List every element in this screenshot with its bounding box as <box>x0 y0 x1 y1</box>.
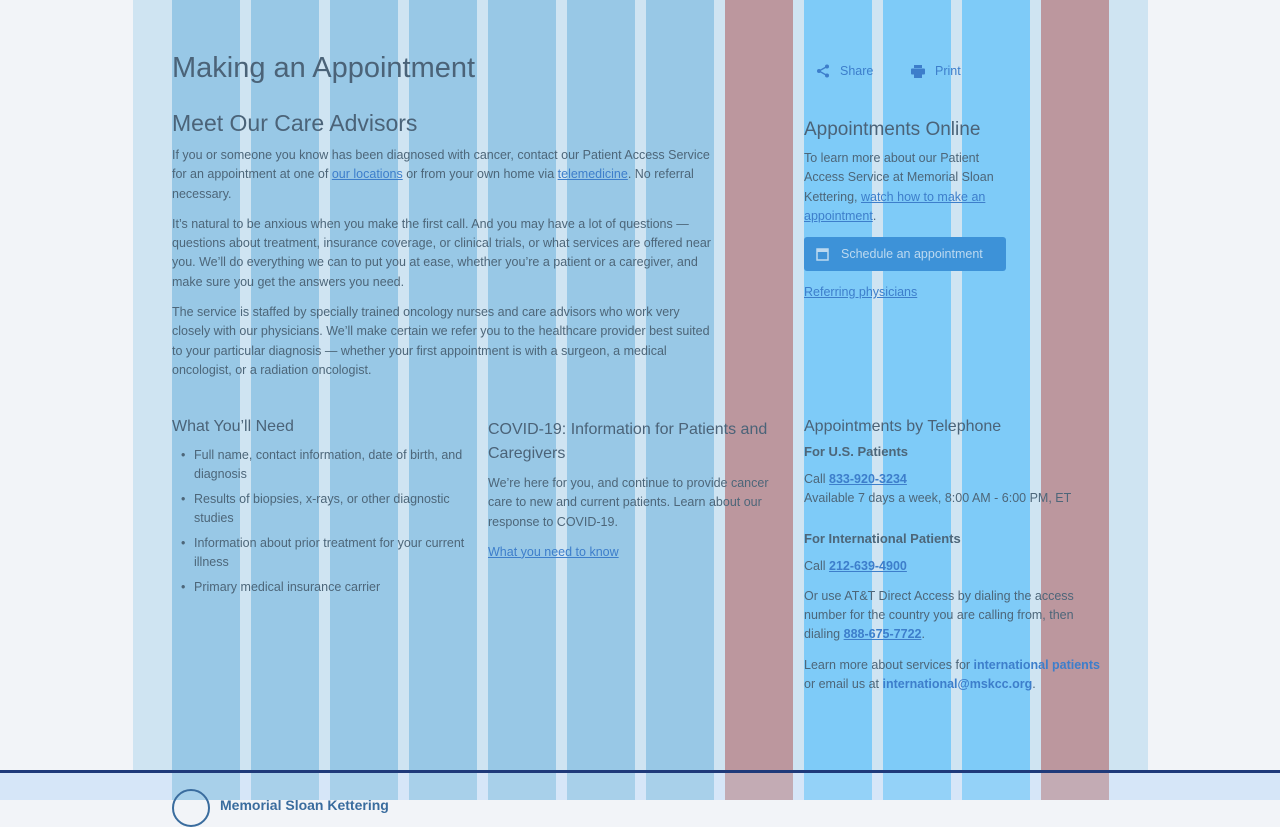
covid-section: COVID-19: Information for Patients and C… <box>488 418 793 573</box>
list-item: Primary medical insurance carrier <box>172 578 472 597</box>
hours-text: Available 7 days a week, 8:00 AM - 6:00 … <box>804 491 1072 506</box>
logo-icon <box>172 789 210 827</box>
appointments-online-section: Appointments Online To learn more about … <box>804 119 1019 313</box>
print-button[interactable]: Print <box>911 64 961 78</box>
text: or from your own home via <box>402 167 558 182</box>
intl-phone-link[interactable]: 212-639-4900 <box>829 559 907 573</box>
att-phone-link[interactable]: 888-675-7722 <box>844 627 922 641</box>
appointments-telephone-section: Appointments by Telephone For U.S. Patie… <box>804 418 1109 705</box>
button-label: Schedule an appointment <box>841 247 983 262</box>
text: or email us at <box>804 677 883 692</box>
international-patients-link[interactable]: international patients <box>974 658 1100 672</box>
us-phone: Call 833-920-3234 Available 7 days a week… <box>804 470 1109 509</box>
text: Call <box>804 558 830 573</box>
schedule-appointment-button[interactable]: Schedule an appointment <box>804 237 1006 272</box>
section-heading: Meet Our Care Advisors <box>172 110 418 136</box>
section-heading: Appointments Online <box>804 119 981 140</box>
our-locations-link[interactable]: our locations <box>332 167 403 181</box>
paragraph: The service is staffed by specially trai… <box>172 305 710 377</box>
section-heading: COVID-19: Information for Patients and C… <box>488 421 768 462</box>
footer-logo[interactable]: Memorial Sloan Kettering <box>172 789 389 827</box>
section-heading: Appointments by Telephone <box>804 418 1002 435</box>
calendar-icon <box>816 248 829 261</box>
text: Call <box>804 472 830 486</box>
share-label: Share <box>840 64 874 78</box>
logo-text: Memorial Sloan Kettering <box>220 797 389 813</box>
paragraph: To learn more about our Patient Access S… <box>804 149 1019 226</box>
email-link[interactable]: international@mskcc.org <box>883 677 1033 691</box>
list-item: Information about prior treatment for yo… <box>172 534 472 572</box>
print-icon <box>911 64 925 78</box>
what-you-need-section: What You’ll Need Full name, contact info… <box>172 418 472 603</box>
care-advisors-section: Meet Our Care Advisors If you or someone… <box>172 110 717 391</box>
text: . <box>921 627 925 642</box>
paragraph: It’s natural to be anxious when you make… <box>172 216 711 289</box>
section-heading: What You’ll Need <box>172 418 294 435</box>
learn-more-paragraph: Learn more about services for internatio… <box>804 656 1109 695</box>
referring-physicians-link[interactable]: Referring physicians <box>804 283 917 302</box>
list-item: Full name, contact information, date of … <box>172 446 472 484</box>
share-icon <box>817 64 829 78</box>
intl-phone: Call 212-639-4900 <box>804 557 1109 576</box>
covid-link[interactable]: What you need to know <box>488 543 619 562</box>
text: Learn more about services for <box>804 657 974 672</box>
us-phone-link[interactable]: 833-920-3234 <box>829 472 907 486</box>
intl-patients-heading: For International Patients <box>804 530 961 546</box>
text: . <box>872 208 877 223</box>
us-patients-heading: For U.S. Patients <box>804 444 909 459</box>
share-button[interactable]: Share <box>816 64 873 78</box>
intro-paragraph: If you or someone you know has been diag… <box>172 146 717 204</box>
list-item: Results of biopsies, x-rays, or other di… <box>172 490 472 528</box>
page-title: Making an Appointment <box>172 52 476 84</box>
paragraph: We’re here for you, and continue to prov… <box>488 476 769 529</box>
print-label: Print <box>935 64 961 78</box>
att-paragraph: Or use AT&T Direct Access by dialing the… <box>804 587 1109 645</box>
text: . <box>1032 677 1036 692</box>
telemedicine-link[interactable]: telemedicine <box>558 167 628 181</box>
